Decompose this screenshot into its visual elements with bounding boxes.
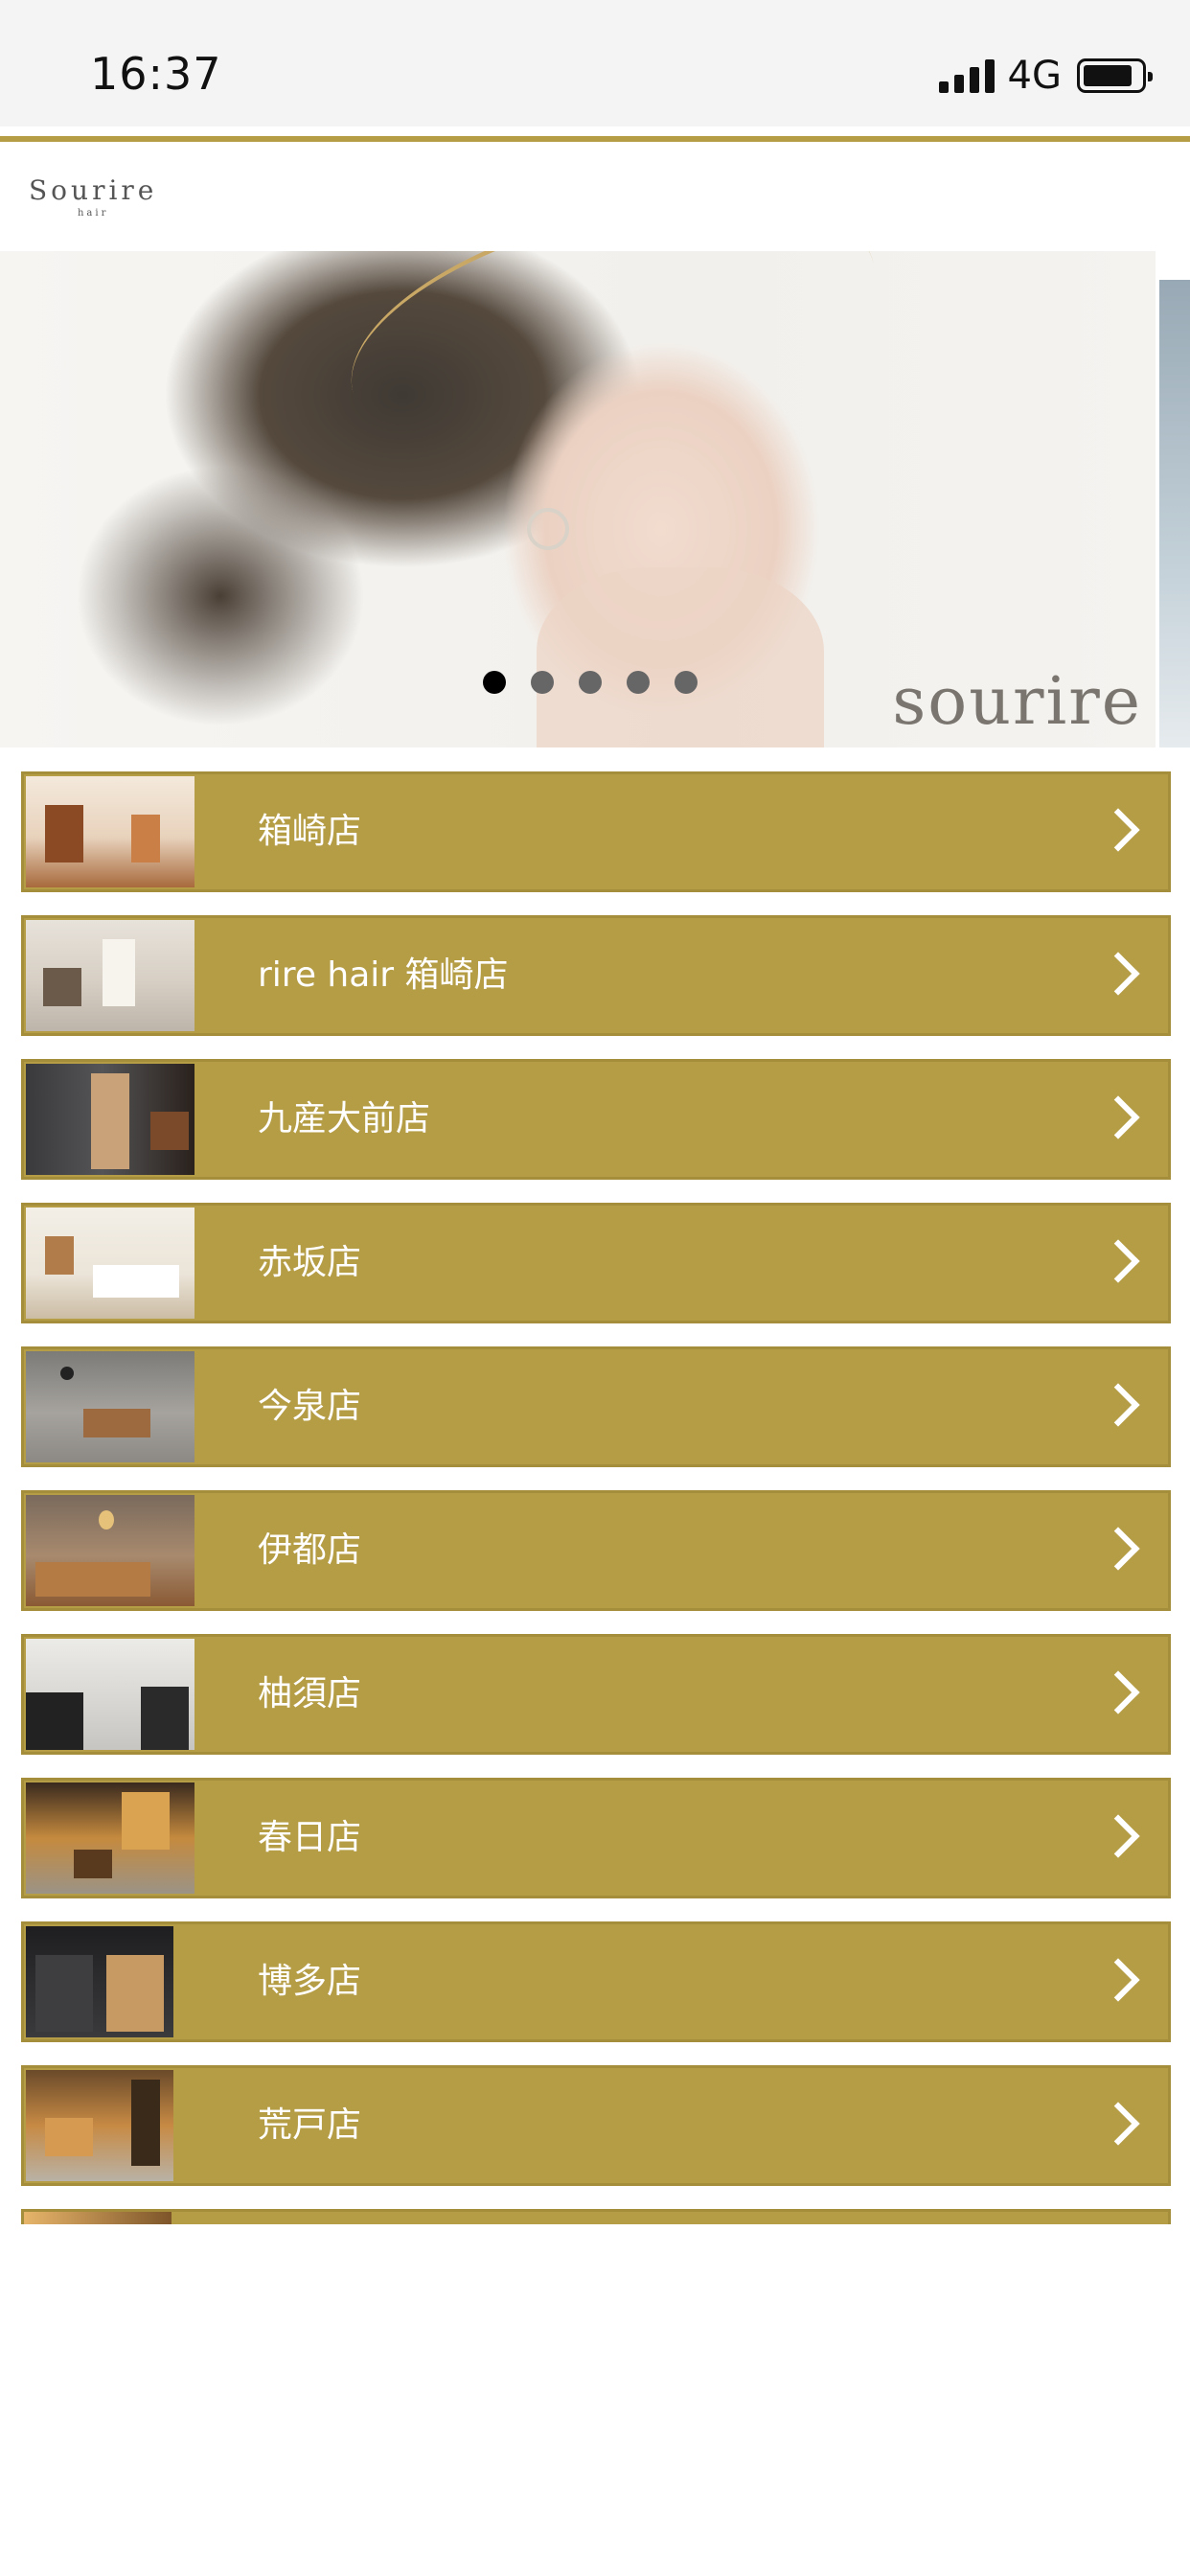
chevron-right-icon — [1096, 1095, 1140, 1139]
store-thumbnail — [26, 1639, 195, 1750]
chevron-right-icon — [1096, 1527, 1140, 1571]
store-thumbnail — [26, 1926, 173, 2037]
store-thumbnail — [24, 2212, 172, 2224]
carousel-dot-1[interactable] — [483, 671, 506, 694]
chevron-right-icon — [1096, 952, 1140, 996]
chevron-right-icon — [1096, 1958, 1140, 2002]
store-name: 箱崎店 — [258, 812, 362, 851]
chevron-right-icon — [1096, 808, 1140, 852]
store-thumbnail — [26, 2070, 173, 2181]
store-item-hakozaki[interactable]: 箱崎店 — [21, 771, 1171, 892]
status-indicators: 4G — [938, 54, 1153, 98]
status-time: 16:37 — [90, 48, 222, 100]
store-item-kasuga[interactable]: 春日店 — [21, 1778, 1171, 1898]
store-item-ito[interactable]: 伊都店 — [21, 1490, 1171, 1611]
site-header: Sourire hair — [0, 142, 1190, 251]
store-item-partial[interactable] — [21, 2209, 1171, 2224]
signal-icon — [938, 58, 995, 93]
battery-icon — [1077, 58, 1153, 93]
store-list: 箱崎店 rire hair 箱崎店 九産大前店 赤坂店 今泉店 伊都店 柚須店 … — [21, 771, 1171, 2209]
store-name: 赤坂店 — [258, 1243, 362, 1282]
hero-watermark: sourire — [892, 664, 1142, 740]
store-item-kyusandaimae[interactable]: 九産大前店 — [21, 1059, 1171, 1180]
store-name: rire hair 箱崎店 — [258, 955, 509, 995]
store-item-arato[interactable]: 荒戸店 — [21, 2065, 1171, 2186]
chevron-right-icon — [1096, 1383, 1140, 1427]
logo-wordmark: Sourire — [29, 174, 158, 206]
store-name: 博多店 — [258, 1962, 362, 2001]
hero-image-skin — [537, 567, 824, 748]
status-bar: 16:37 4G — [0, 0, 1190, 126]
store-name: 荒戸店 — [258, 2105, 362, 2145]
logo-subtext: hair — [77, 208, 109, 218]
store-name: 今泉店 — [258, 1387, 362, 1426]
carousel-dot-5[interactable] — [675, 671, 698, 694]
carousel-dots — [483, 671, 698, 694]
store-name: 春日店 — [258, 1818, 362, 1857]
store-thumbnail — [26, 1351, 195, 1462]
store-thumbnail — [26, 776, 195, 887]
store-item-rire-hair-hakozaki[interactable]: rire hair 箱崎店 — [21, 915, 1171, 1036]
network-type: 4G — [1007, 54, 1062, 98]
carousel-dot-3[interactable] — [579, 671, 602, 694]
store-item-imaizumi[interactable]: 今泉店 — [21, 1346, 1171, 1467]
store-item-yusu[interactable]: 柚須店 — [21, 1634, 1171, 1755]
store-item-hakata[interactable]: 博多店 — [21, 1921, 1171, 2042]
store-thumbnail — [26, 1782, 195, 1894]
chevron-right-icon — [1096, 1670, 1140, 1714]
hero-image-earring — [527, 508, 569, 550]
chevron-right-icon — [1096, 1239, 1140, 1283]
carousel-dot-4[interactable] — [627, 671, 650, 694]
store-name: 柚須店 — [258, 1674, 362, 1714]
carousel-dot-2[interactable] — [531, 671, 554, 694]
store-thumbnail — [26, 920, 195, 1031]
store-item-akasaka[interactable]: 赤坂店 — [21, 1203, 1171, 1323]
store-thumbnail — [26, 1064, 195, 1175]
store-thumbnail — [26, 1495, 195, 1606]
chevron-right-icon — [1096, 1814, 1140, 1858]
store-name: 伊都店 — [258, 1530, 362, 1570]
chevron-right-icon — [1096, 2102, 1140, 2146]
store-thumbnail — [26, 1208, 195, 1319]
hero-image-hairband — [325, 251, 902, 505]
store-name: 九産大前店 — [258, 1099, 431, 1138]
site-logo[interactable]: Sourire hair — [29, 174, 157, 218]
next-slide-peek[interactable] — [1159, 280, 1190, 748]
